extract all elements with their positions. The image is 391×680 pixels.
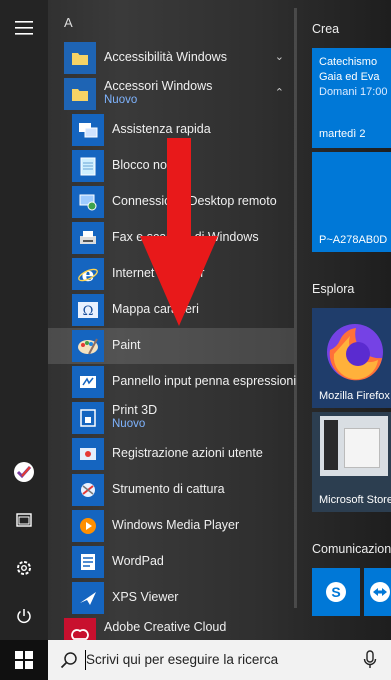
- windows-logo-icon: [15, 651, 33, 669]
- start-menu: A Accessibilità Windows ⌄ Accessori Wind…: [0, 0, 391, 640]
- taskbar: Scrivi qui per eseguire la ricerca: [0, 640, 391, 680]
- search-box[interactable]: Scrivi qui per eseguire la ricerca: [48, 640, 391, 680]
- red-arrow-annotation: [140, 138, 218, 326]
- windows-start-button[interactable]: [0, 640, 48, 680]
- search-icon: [60, 652, 77, 669]
- microphone-icon[interactable]: [363, 650, 377, 670]
- search-input[interactable]: Scrivi qui per eseguire la ricerca: [86, 652, 278, 667]
